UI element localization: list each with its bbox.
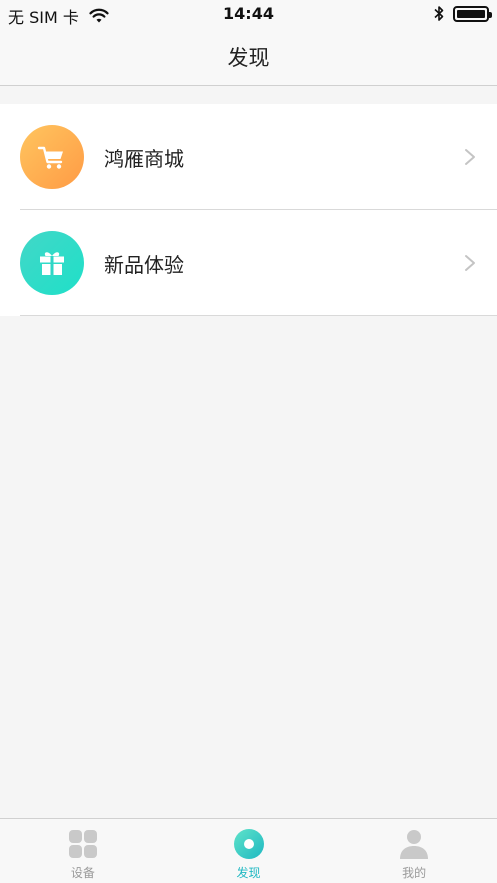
list-item-mall[interactable]: 鸿雁商城 [0,104,497,210]
tab-devices[interactable]: 设备 [0,819,166,883]
tab-label: 设备 [70,866,95,880]
discover-icon [233,829,264,859]
chevron-right-icon [465,149,475,165]
grid-icon [68,830,97,858]
mall-icon-badge [20,125,84,189]
battery-icon [453,5,492,22]
discover-screen: 无 SIM 卡 14:44 发现 鸿雁商城 新品体验 设备 发现 我的 [0,0,497,883]
battery-level [457,9,485,18]
status-right [433,5,492,22]
bluetooth-icon [434,6,444,21]
status-time: 14:44 [223,4,274,23]
cart-icon [37,146,63,169]
discover-list: 鸿雁商城 新品体验 [0,104,497,316]
new-product-icon-badge [20,231,84,295]
tab-mine[interactable]: 我的 [331,819,497,883]
status-bar: 无 SIM 卡 14:44 [0,0,497,28]
list-item-label: 鸿雁商城 [104,146,184,171]
list-item-new-product[interactable]: 新品体验 [0,210,497,316]
tab-discover[interactable]: 发现 [166,819,332,883]
person-icon [400,830,429,859]
tab-label: 发现 [236,866,261,880]
chevron-right-icon [465,255,475,271]
page-title: 发现 [227,45,270,70]
tab-bar: 设备 发现 我的 [0,818,497,883]
nav-bar: 发现 [0,28,497,86]
tab-label: 我的 [402,866,427,880]
gift-icon [40,252,64,275]
list-item-label: 新品体验 [104,252,184,277]
